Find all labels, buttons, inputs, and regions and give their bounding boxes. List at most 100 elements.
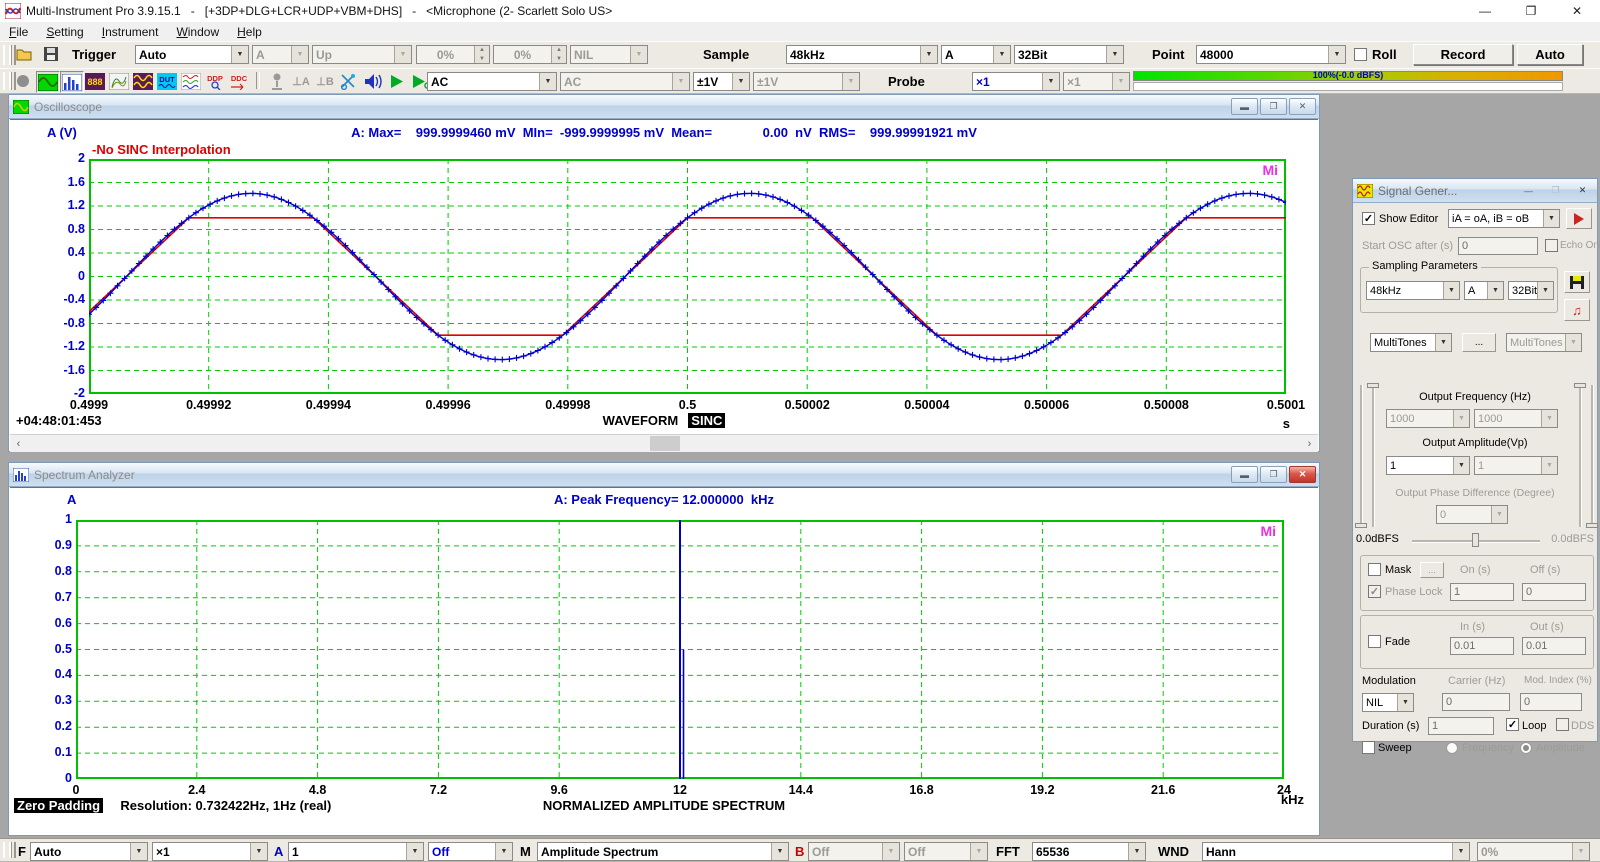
scope-plot-area[interactable]: 21.61.20.80.40-0.4-0.8-1.2-1.6-20.49990.… bbox=[89, 159, 1286, 394]
a-gain-select[interactable]: 1▼ bbox=[288, 842, 424, 861]
sample-rate-select[interactable]: 48kHz▼ bbox=[786, 45, 938, 64]
chevron-down-icon[interactable]: ▼ bbox=[291, 46, 308, 63]
roll-checkbox[interactable] bbox=[1354, 48, 1367, 61]
coupling-a-select[interactable]: AC▼ bbox=[427, 72, 557, 91]
chevron-down-icon[interactable]: ▼ bbox=[1128, 843, 1145, 860]
chevron-down-icon[interactable]: ▼ bbox=[1112, 73, 1129, 90]
a-extra-select[interactable]: Off▼ bbox=[428, 842, 513, 861]
sweep-frequency-radio[interactable] bbox=[1446, 742, 1458, 754]
loop-checkbox[interactable] bbox=[1506, 718, 1519, 731]
scope-scroll-thumb[interactable] bbox=[650, 436, 680, 451]
fft-size-select[interactable]: 65536▼ bbox=[1032, 842, 1146, 861]
modulation-select[interactable]: NIL▼ bbox=[1362, 693, 1414, 712]
start-osc-input[interactable]: 0 bbox=[1458, 237, 1538, 255]
coupling-b-select[interactable]: AC▼ bbox=[560, 72, 690, 91]
range-a-select[interactable]: ±1V▼ bbox=[693, 72, 750, 91]
amp-a-select[interactable]: 1▼ bbox=[1386, 456, 1470, 475]
menu-setting[interactable]: Setting bbox=[37, 24, 92, 40]
spin-down-icon[interactable]: ▼ bbox=[552, 55, 566, 64]
mask-checkbox[interactable] bbox=[1368, 563, 1381, 576]
chevron-down-icon[interactable]: ▼ bbox=[406, 843, 423, 860]
spectrum-analyzer-icon[interactable] bbox=[60, 71, 84, 93]
calibration-icon[interactable] bbox=[338, 71, 360, 91]
output-a-slider-handle[interactable] bbox=[1355, 523, 1367, 528]
phase-lock-checkbox[interactable] bbox=[1368, 585, 1381, 598]
chevron-down-icon[interactable]: ▼ bbox=[1328, 46, 1345, 63]
chevron-down-icon[interactable]: ▼ bbox=[1452, 843, 1469, 860]
oscilloscope-close-button[interactable]: ✕ bbox=[1289, 98, 1316, 115]
record-button[interactable]: Record bbox=[1413, 44, 1513, 65]
toolbar-grip[interactable] bbox=[9, 842, 16, 858]
chevron-down-icon[interactable]: ▼ bbox=[1443, 282, 1459, 299]
output-b2-slider-handle[interactable] bbox=[1586, 523, 1598, 528]
menu-window[interactable]: Window bbox=[167, 24, 228, 40]
chevron-down-icon[interactable]: ▼ bbox=[882, 843, 899, 860]
siggen-bits-select[interactable]: 32Bit▼ bbox=[1508, 281, 1554, 300]
scope-hscrollbar[interactable]: ‹ › bbox=[10, 434, 1318, 452]
menu-file[interactable]: File bbox=[0, 24, 37, 40]
chevron-down-icon[interactable]: ▼ bbox=[1491, 506, 1507, 523]
scope-sinc-badge[interactable]: SINC bbox=[688, 413, 725, 428]
mask-off-input[interactable]: 0 bbox=[1522, 583, 1586, 601]
range-b-select[interactable]: ±1V▼ bbox=[753, 72, 860, 91]
chevron-down-icon[interactable]: ▼ bbox=[732, 73, 749, 90]
oscilloscope-restore-button[interactable]: ❐ bbox=[1260, 98, 1287, 115]
chevron-down-icon[interactable]: ▼ bbox=[1397, 694, 1413, 711]
mask-on-input[interactable]: 1 bbox=[1450, 583, 1514, 601]
spectrum-3d-plotter-icon[interactable] bbox=[108, 71, 130, 91]
amp-b-select[interactable]: 1▼ bbox=[1474, 456, 1558, 475]
sample-channel-select[interactable]: A▼ bbox=[941, 45, 1011, 64]
siggen-minimize-button[interactable]: — bbox=[1516, 183, 1541, 198]
scroll-right-icon[interactable]: › bbox=[1301, 435, 1318, 452]
siggen-save-button[interactable] bbox=[1564, 271, 1590, 293]
output-a2-slider-handle[interactable] bbox=[1367, 383, 1379, 388]
data-logger-icon[interactable] bbox=[180, 71, 202, 91]
ground-b-icon[interactable]: ⊥B bbox=[314, 71, 336, 91]
output-b-slider-track[interactable] bbox=[1579, 385, 1582, 527]
wave-a-select[interactable]: MultiTones▼ bbox=[1370, 333, 1452, 352]
x-multiplier-select[interactable]: ×1▼ bbox=[152, 842, 268, 861]
trigger-mode-select[interactable]: Auto▼ bbox=[135, 45, 249, 64]
chevron-down-icon[interactable]: ▼ bbox=[1487, 282, 1503, 299]
chevron-down-icon[interactable]: ▼ bbox=[1541, 410, 1557, 427]
siggen-channel-select[interactable]: A▼ bbox=[1464, 281, 1504, 300]
output-b-slider-handle[interactable] bbox=[1574, 383, 1586, 388]
open-file-icon[interactable] bbox=[14, 44, 36, 64]
spin-down-icon[interactable]: ▼ bbox=[475, 55, 489, 64]
menu-help[interactable]: Help bbox=[228, 24, 271, 40]
sound-device-icon[interactable] bbox=[362, 71, 384, 91]
analysis-mode-select[interactable]: Amplitude Spectrum▼ bbox=[537, 842, 789, 861]
chevron-down-icon[interactable]: ▼ bbox=[1435, 334, 1451, 351]
save-icon[interactable] bbox=[40, 44, 62, 64]
chevron-down-icon[interactable]: ▼ bbox=[842, 73, 859, 90]
trigger-hpf-select[interactable]: NIL▼ bbox=[570, 45, 648, 64]
echo-only-checkbox[interactable] bbox=[1545, 239, 1558, 252]
wnd-type-select[interactable]: Hann▼ bbox=[1202, 842, 1470, 861]
dds-checkbox[interactable] bbox=[1556, 718, 1569, 731]
spectrum-restore-button[interactable]: ❐ bbox=[1260, 466, 1287, 483]
output-b2-slider-track[interactable] bbox=[1591, 385, 1594, 527]
duration-input[interactable]: 1 bbox=[1428, 717, 1494, 735]
mic-stand-icon[interactable] bbox=[266, 71, 288, 91]
auto-button[interactable]: Auto bbox=[1517, 44, 1583, 65]
multimeter-icon[interactable]: 888 bbox=[84, 71, 106, 91]
chevron-down-icon[interactable]: ▼ bbox=[771, 843, 788, 860]
fade-in-input[interactable]: 0.01 bbox=[1450, 637, 1514, 655]
chevron-down-icon[interactable]: ▼ bbox=[630, 46, 647, 63]
routing-select[interactable]: iA = oA, iB = oB▼ bbox=[1448, 209, 1560, 228]
spin-up-icon[interactable]: ▲ bbox=[552, 46, 566, 55]
chevron-down-icon[interactable]: ▼ bbox=[250, 843, 267, 860]
signal-generator-icon[interactable] bbox=[132, 71, 154, 91]
overlap-select[interactable]: 0%▼ bbox=[1477, 842, 1590, 861]
spin-up-icon[interactable]: ▲ bbox=[475, 46, 489, 55]
window-minimize-button[interactable]: — bbox=[1462, 0, 1508, 22]
spectrum-close-button[interactable]: ✕ bbox=[1289, 466, 1316, 483]
show-editor-checkbox[interactable] bbox=[1362, 212, 1375, 225]
siggen-run-button[interactable] bbox=[1566, 208, 1592, 229]
sweep-amplitude-radio[interactable] bbox=[1520, 742, 1532, 754]
output-a-slider-track[interactable] bbox=[1360, 385, 1363, 527]
window-close-button[interactable]: ✕ bbox=[1554, 0, 1600, 22]
mod-index-input[interactable]: 0 bbox=[1520, 693, 1582, 711]
trigger-delay-spinner[interactable]: 0%▲▼ bbox=[493, 45, 567, 64]
device-test-plan-icon[interactable]: DUT bbox=[156, 71, 178, 91]
